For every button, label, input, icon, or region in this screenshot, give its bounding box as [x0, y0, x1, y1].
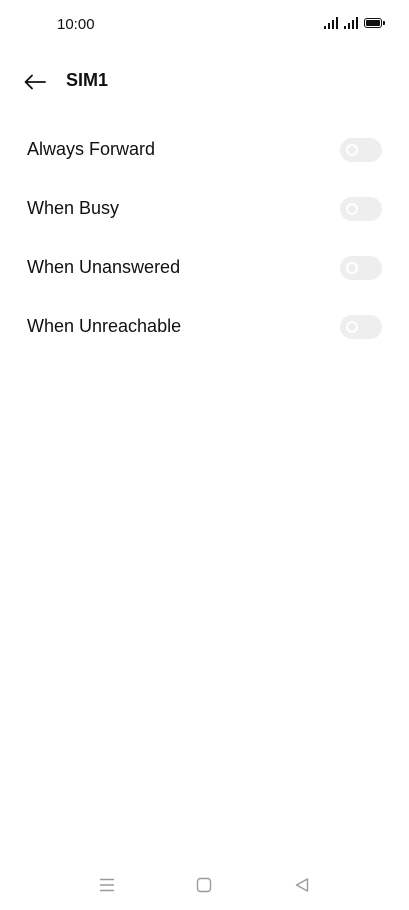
page-title: SIM1 — [66, 70, 109, 90]
list-item-label: When Busy — [27, 198, 120, 218]
top-app-bar: SIM1 — [0, 58, 409, 104]
back-triangle-icon — [295, 878, 309, 892]
when-unreachable-toggle[interactable] — [340, 314, 382, 339]
status-time: 10:00 — [57, 16, 95, 33]
signal-icon — [344, 17, 358, 29]
navigation-bar — [0, 860, 409, 910]
toggle-knob — [346, 320, 358, 333]
signal-icon — [324, 17, 338, 29]
toggle-knob — [346, 202, 358, 215]
forwarding-options-list: Always Forward When Busy When Unanswered… — [0, 120, 409, 356]
menu-icon — [100, 878, 114, 892]
home-icon — [196, 877, 212, 893]
back-button[interactable] — [19, 66, 51, 98]
list-item-label: Always Forward — [27, 139, 156, 159]
list-item-always-forward[interactable]: Always Forward — [0, 120, 409, 179]
toggle-knob — [346, 261, 358, 274]
system-back-button[interactable] — [289, 874, 315, 896]
when-busy-toggle[interactable] — [340, 196, 382, 221]
list-item-when-unreachable[interactable]: When Unreachable — [0, 297, 409, 356]
list-item-when-busy[interactable]: When Busy — [0, 179, 409, 238]
home-button[interactable] — [191, 874, 217, 896]
toggle-knob — [346, 143, 358, 156]
status-icons — [324, 17, 385, 29]
recents-button[interactable] — [94, 874, 120, 896]
list-item-label: When Unreachable — [27, 316, 182, 336]
list-item-label: When Unanswered — [27, 257, 181, 277]
when-unanswered-toggle[interactable] — [340, 255, 382, 280]
always-forward-toggle[interactable] — [340, 137, 382, 162]
arrow-left-icon — [24, 74, 46, 90]
list-item-when-unanswered[interactable]: When Unanswered — [0, 238, 409, 297]
status-bar: 10:00 — [0, 0, 409, 50]
battery-icon — [364, 18, 385, 28]
